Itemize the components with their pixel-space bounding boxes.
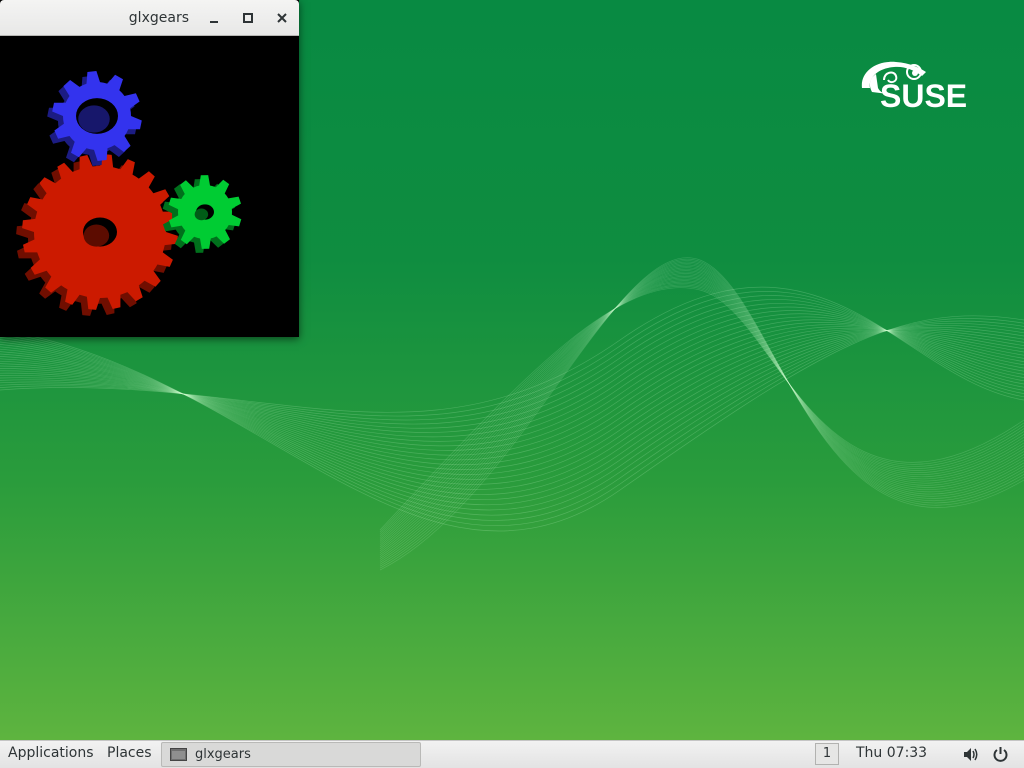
window-titlebar[interactable]: glxgears [0,0,299,36]
power-icon[interactable] [992,746,1009,763]
bottom-panel: Applications Places glxgears 1 Thu 07:33 [0,740,1024,768]
wave-line [379,261,1024,565]
workspace-switcher[interactable]: 1 [815,743,839,765]
suse-logo: SUSE [858,58,980,120]
applications-menu[interactable]: Applications [8,745,94,761]
places-menu[interactable]: Places [107,745,152,761]
glxgears-window[interactable]: glxgears [0,0,299,337]
blue-gear [47,71,142,166]
gear-red-hole-wall [83,224,110,247]
wave-line [0,326,1024,466]
window-icon [170,748,187,761]
wave-line [0,315,1024,532]
wave-line [379,264,1024,561]
wave-line [0,318,1024,527]
gear-blue-hole-wall [78,105,110,133]
minimize-icon [210,21,218,23]
wave-line [379,279,1024,542]
gear-green-hole-wall [194,208,209,221]
wave-line [0,328,1024,500]
maximize-icon [243,13,253,23]
close-icon [277,13,287,23]
wave-line [0,322,1024,516]
wave-line [379,260,1024,567]
maximize-button[interactable] [236,6,260,30]
clock[interactable]: Thu 07:33 [856,745,927,761]
wave-line [379,274,1024,548]
wave-line [0,327,1024,470]
wave-line [379,277,1024,544]
taskbar-item-label: glxgears [195,747,251,762]
window-title: glxgears [128,10,189,26]
suse-logo-text: SUSE [880,78,968,114]
wave-line [0,329,1024,475]
wave-line [379,267,1024,557]
red-gear [16,154,178,316]
volume-icon[interactable] [962,746,980,763]
minimize-button[interactable] [202,6,226,30]
taskbar-item-glxgears[interactable]: glxgears [161,742,421,767]
gears-render-area [16,71,242,316]
wave-line [379,268,1024,556]
close-button[interactable] [270,6,294,30]
